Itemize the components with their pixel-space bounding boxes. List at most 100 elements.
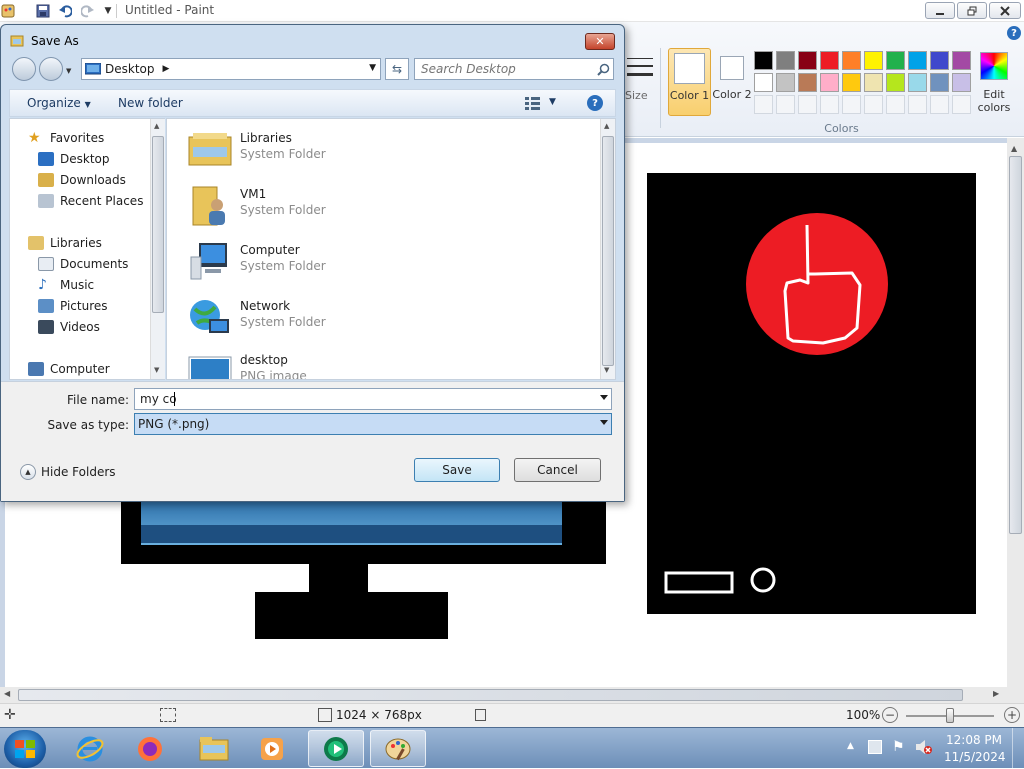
palette-swatch[interactable] — [820, 51, 839, 70]
taskbar-file-explorer[interactable] — [186, 730, 242, 767]
palette-custom-slot[interactable] — [820, 95, 839, 114]
show-hidden-icons-arrow-icon[interactable]: ▲ — [847, 741, 854, 751]
nav-favorites[interactable]: ★ Favorites — [28, 129, 104, 147]
scroll-left-arrow-icon[interactable]: ◀ — [4, 689, 10, 698]
palette-swatch[interactable] — [842, 73, 861, 92]
restore-button[interactable] — [957, 2, 987, 19]
palette-custom-slot[interactable] — [930, 95, 949, 114]
paint-app-icon[interactable] — [0, 3, 16, 19]
palette-swatch[interactable] — [930, 73, 949, 92]
zoom-out-button[interactable]: − — [882, 707, 898, 723]
palette-custom-slot[interactable] — [754, 95, 773, 114]
taskbar-active-app[interactable] — [308, 730, 364, 767]
nav-videos[interactable]: Videos — [38, 318, 100, 336]
scroll-up-arrow-icon[interactable]: ▲ — [1011, 144, 1017, 153]
nav-computer[interactable]: Computer — [28, 360, 110, 378]
taskbar-media-player[interactable] — [244, 730, 300, 767]
file-name-value[interactable]: my co — [140, 392, 177, 406]
views-dropdown-icon[interactable]: ▼ — [549, 97, 556, 107]
nav-pictures[interactable]: Pictures — [38, 297, 108, 315]
file-list-scrollbar[interactable]: ▲ ▼ — [600, 119, 615, 379]
zoom-slider-thumb[interactable] — [946, 708, 954, 723]
save-icon[interactable] — [35, 3, 51, 19]
palette-swatch[interactable] — [930, 51, 949, 70]
palette-swatch[interactable] — [776, 51, 795, 70]
size-icon[interactable] — [625, 54, 655, 84]
nav-documents[interactable]: Documents — [38, 255, 128, 273]
search-icon[interactable] — [597, 63, 610, 76]
scroll-right-arrow-icon[interactable]: ▶ — [993, 689, 999, 698]
forward-button[interactable] — [39, 57, 63, 81]
palette-swatch[interactable] — [908, 51, 927, 70]
address-bar[interactable]: Desktop ▶ ▼ — [81, 58, 381, 80]
volume-muted-icon[interactable] — [915, 739, 933, 755]
color2-button[interactable]: Color 2 — [712, 48, 752, 116]
nav-libraries[interactable]: Libraries — [28, 234, 102, 252]
file-name-dropdown-icon[interactable] — [600, 395, 608, 400]
taskbar-internet-explorer[interactable] — [62, 730, 118, 767]
start-button[interactable] — [4, 730, 46, 768]
palette-custom-slot[interactable] — [886, 95, 905, 114]
palette-custom-slot[interactable] — [864, 95, 883, 114]
organize-button[interactable]: Organize ▼ — [27, 96, 91, 110]
file-scroll-down-icon[interactable]: ▼ — [604, 366, 609, 374]
file-item-computer[interactable]: Computer System Folder — [187, 239, 587, 289]
save-as-type-value[interactable]: PNG (*.png) — [138, 417, 209, 431]
undo-icon[interactable] — [57, 3, 73, 19]
cancel-button[interactable]: Cancel — [514, 458, 601, 482]
network-icon[interactable] — [868, 740, 882, 754]
palette-swatch[interactable] — [952, 51, 971, 70]
save-as-type-select[interactable]: PNG (*.png) — [134, 413, 612, 435]
nav-music[interactable]: ♪ Music — [38, 276, 94, 294]
taskbar-paint[interactable] — [370, 730, 426, 767]
palette-swatch[interactable] — [886, 73, 905, 92]
vertical-scroll-thumb[interactable] — [1009, 156, 1022, 534]
redo-icon[interactable] — [80, 3, 96, 19]
file-item-desktop[interactable]: desktop PNG image — [187, 351, 587, 379]
vertical-scrollbar[interactable]: ▲ — [1007, 138, 1024, 687]
nav-scroll-thumb[interactable] — [152, 136, 164, 313]
show-desktop-button[interactable] — [1012, 728, 1024, 769]
nav-downloads[interactable]: Downloads — [38, 171, 126, 189]
save-as-type-dropdown-icon[interactable] — [600, 420, 608, 425]
address-location[interactable]: Desktop — [105, 62, 155, 76]
file-scroll-up-icon[interactable]: ▲ — [604, 122, 609, 130]
horizontal-scroll-thumb[interactable] — [18, 689, 963, 701]
views-icon[interactable] — [525, 96, 541, 110]
save-button[interactable]: Save — [414, 458, 500, 482]
address-chevron-icon[interactable]: ▶ — [163, 64, 170, 74]
customize-quick-access-icon[interactable]: ▼ — [100, 3, 116, 19]
palette-custom-slot[interactable] — [776, 95, 795, 114]
file-scroll-thumb[interactable] — [602, 136, 614, 366]
nav-desktop[interactable]: Desktop — [38, 150, 110, 168]
file-item-vm1[interactable]: VM1 System Folder — [187, 183, 587, 233]
nav-scrollbar[interactable]: ▲ ▼ — [150, 119, 165, 379]
back-button[interactable] — [12, 57, 36, 81]
refresh-button[interactable]: ⇆ — [385, 58, 409, 80]
address-dropdown-icon[interactable]: ▼ — [369, 63, 376, 73]
action-center-flag-icon[interactable]: ⚑ — [892, 739, 905, 755]
clock-time[interactable]: 12:08 PM — [944, 733, 1004, 747]
close-window-button[interactable] — [989, 2, 1021, 19]
palette-custom-slot[interactable] — [798, 95, 817, 114]
palette-custom-slot[interactable] — [908, 95, 927, 114]
palette-swatch[interactable] — [798, 51, 817, 70]
palette-swatch[interactable] — [864, 51, 883, 70]
nav-scroll-up-icon[interactable]: ▲ — [154, 122, 159, 130]
dialog-close-button[interactable]: ✕ — [585, 33, 615, 50]
palette-swatch[interactable] — [886, 51, 905, 70]
horizontal-scrollbar[interactable]: ◀ ▶ — [0, 687, 1007, 703]
file-name-field[interactable]: my co — [134, 388, 612, 410]
palette-swatch[interactable] — [798, 73, 817, 92]
search-box[interactable] — [414, 58, 614, 80]
nav-scroll-down-icon[interactable]: ▼ — [154, 366, 159, 374]
palette-swatch[interactable] — [864, 73, 883, 92]
zoom-in-button[interactable]: + — [1004, 707, 1020, 723]
clock-date[interactable]: 11/5/2024 — [944, 750, 1006, 764]
color1-button[interactable]: Color 1 — [668, 48, 711, 116]
file-item-libraries[interactable]: Libraries System Folder — [187, 127, 587, 177]
recent-locations-arrow-icon[interactable]: ▼ — [66, 67, 71, 75]
file-item-network[interactable]: Network System Folder — [187, 295, 587, 345]
hide-folders-button[interactable]: Hide Folders — [41, 465, 116, 479]
palette-swatch[interactable] — [908, 73, 927, 92]
